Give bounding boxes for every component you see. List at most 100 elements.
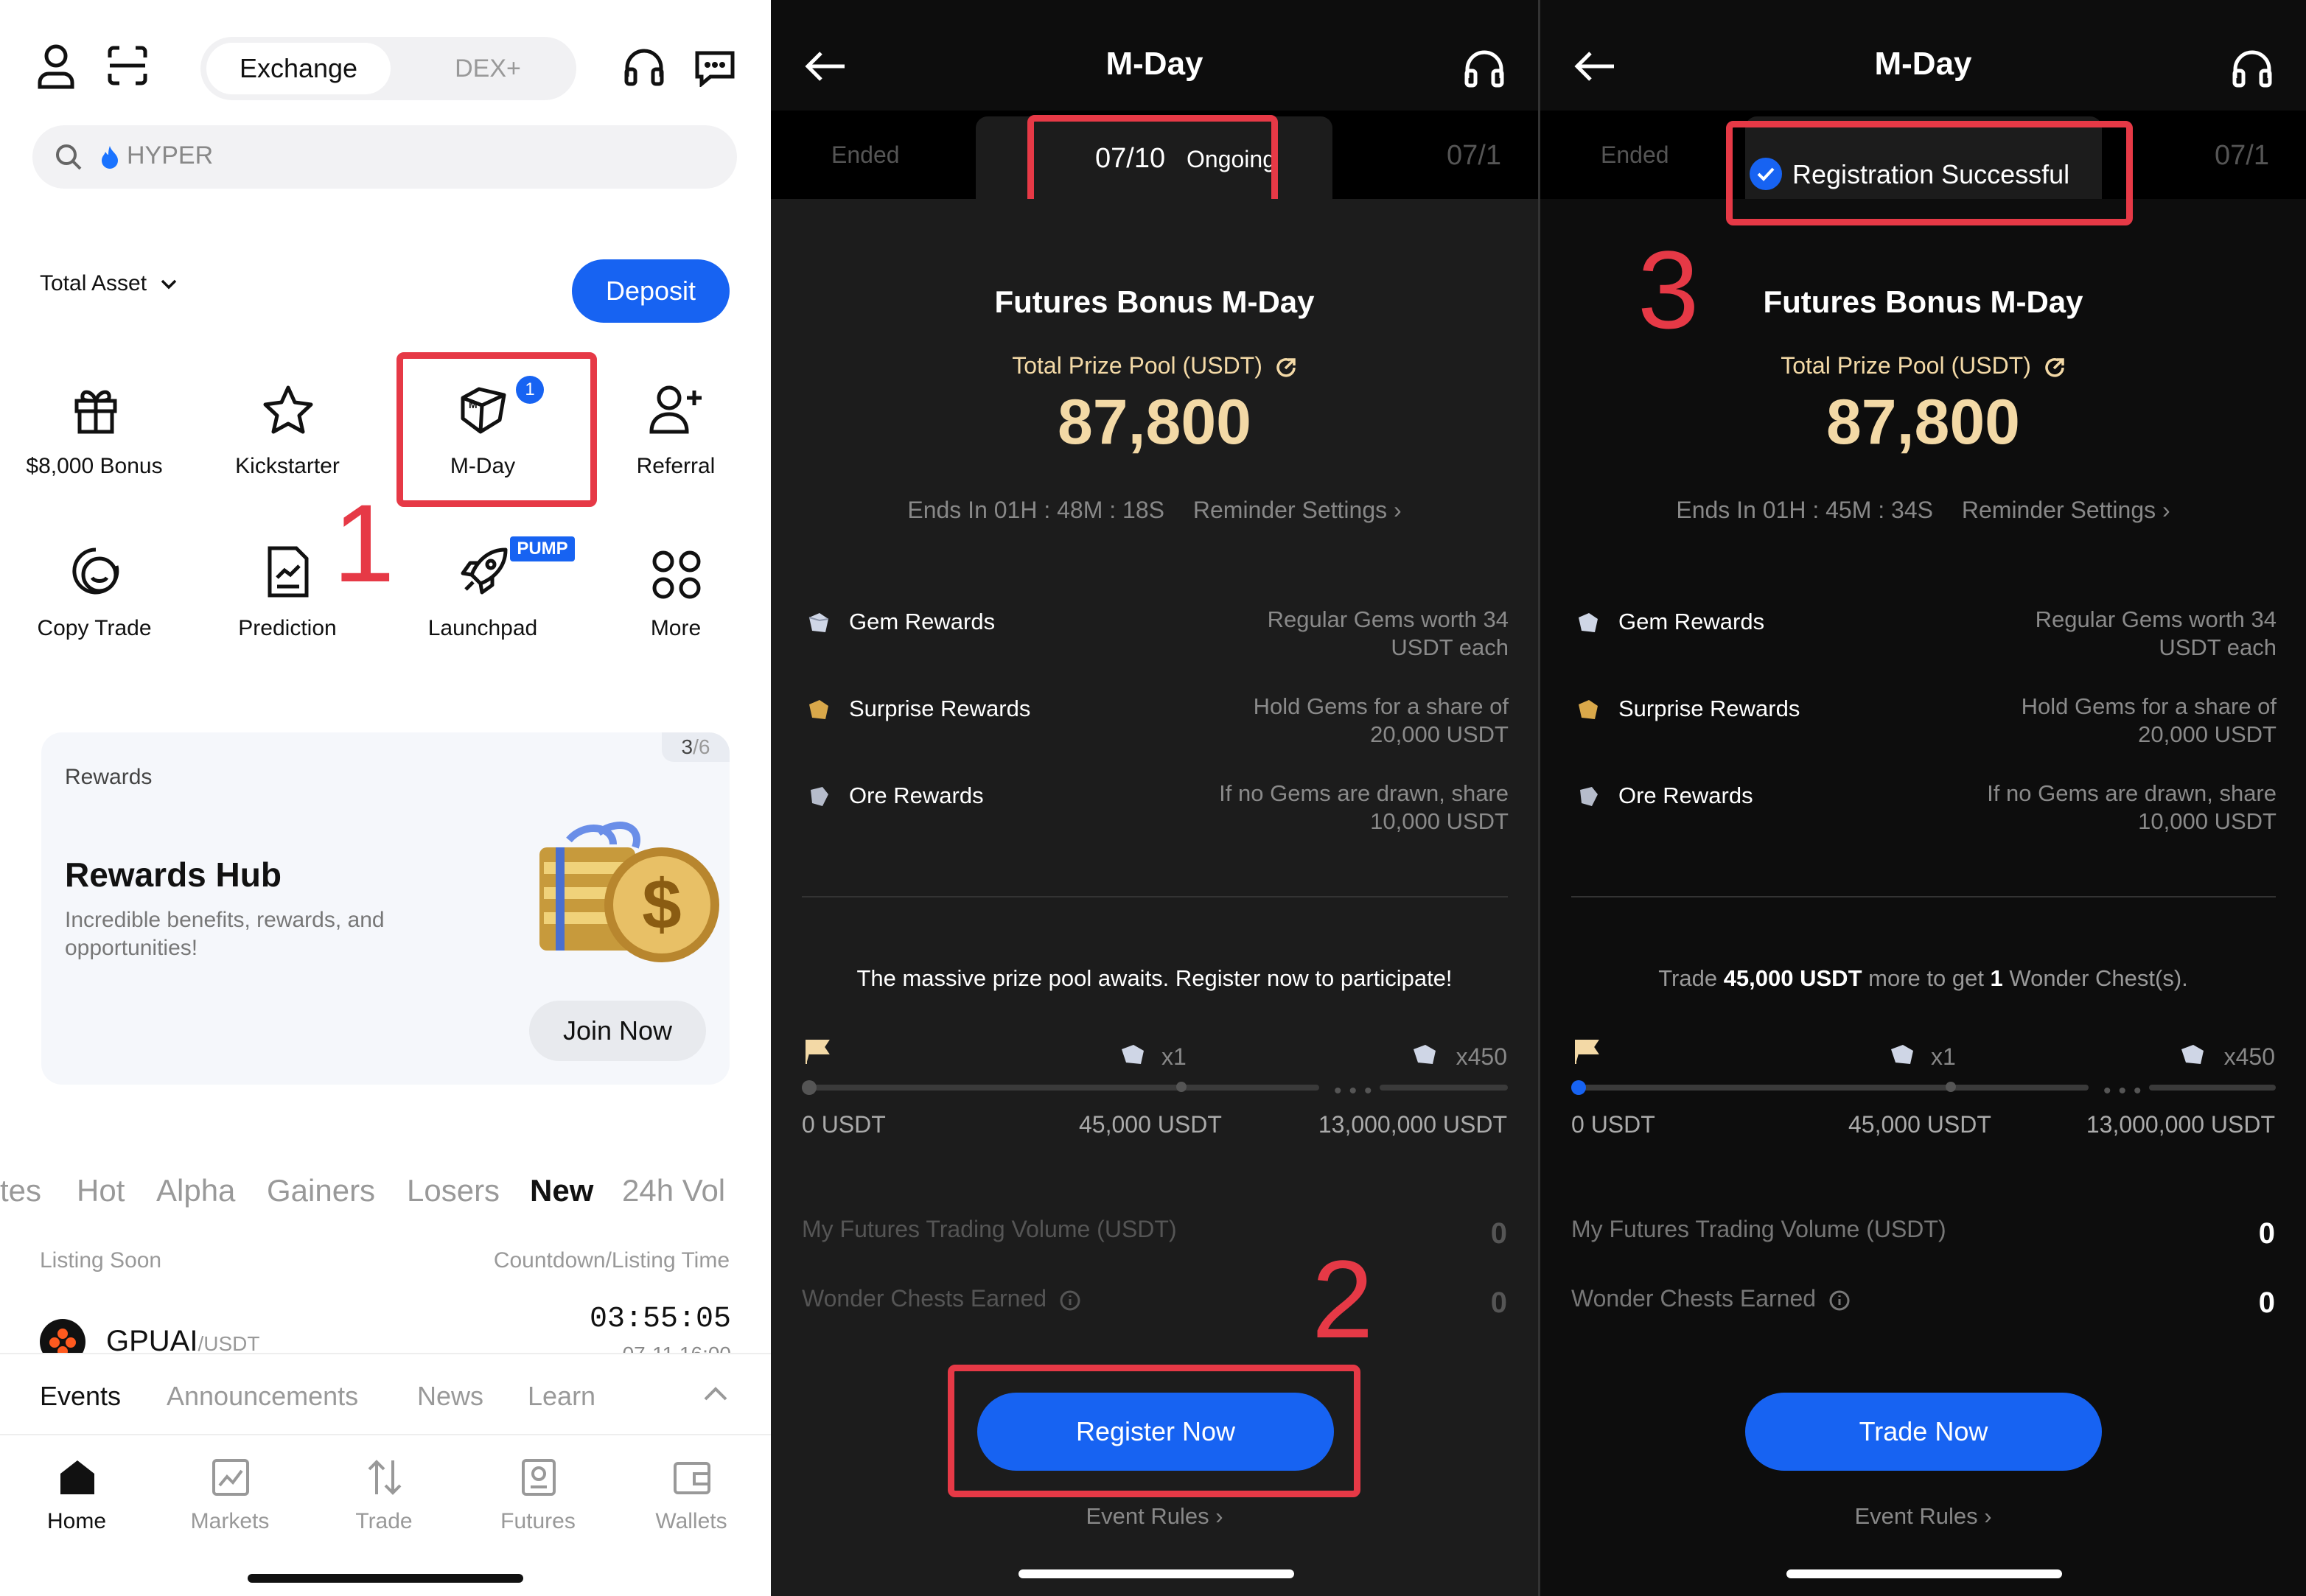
tab-alpha[interactable]: Alpha [156,1173,235,1208]
nav-wallets[interactable]: Wallets [618,1457,765,1539]
token-listing-time: 07-11 16:00 [623,1343,731,1353]
surprise-icon [806,697,831,722]
search-placeholder: HYPER [127,141,214,169]
launchpad-item[interactable]: PUMP Launchpad [398,536,575,656]
copy-trade-icon [70,545,122,597]
reward-surprise-desc-2: 20,000 USDT [2138,721,2277,747]
step-number-2: 2 [1312,1237,1374,1361]
tab-dex[interactable]: DEX+ [399,43,576,94]
token-symbol: GPUAI [106,1325,198,1353]
event-rules-link[interactable]: Event Rules › [771,1503,1538,1530]
list-header-left: Listing Soon [40,1248,162,1273]
trade-arrows-icon [365,1457,405,1497]
kickstarter-item[interactable]: Kickstarter [203,383,372,494]
progress-dot-mid [1176,1082,1187,1092]
profile-icon[interactable] [37,43,75,90]
scan-icon[interactable] [108,46,147,85]
nav-futures[interactable]: Futures [464,1457,612,1539]
rewards-eyebrow: Rewards [65,765,153,789]
rewards-hub-card[interactable]: Rewards 3/6 Rewards Hub Incredible benef… [41,732,730,1085]
trade-prompt-post: Wonder Chest(s). [2002,965,2188,991]
nav-markets[interactable]: Markets [156,1457,304,1539]
tab-losers[interactable]: Losers [407,1173,500,1208]
more-label: More [650,616,702,640]
chests-label: Wonder Chests Earned [802,1285,1047,1312]
reward-ore-desc: If no Gems are drawn, share 10,000 USDT [1987,780,2277,836]
join-now-button[interactable]: Join Now [529,1001,706,1061]
tab-events[interactable]: Events [40,1381,121,1412]
support-headset-icon[interactable] [623,47,665,87]
volume-label: My Futures Trading Volume (USDT) [1571,1216,1946,1242]
tab-gainers[interactable]: Gainers [267,1173,375,1208]
event-rules-text: Event Rules [1086,1503,1209,1529]
reward-gem-name: Gem Rewards [849,609,996,634]
copy-trade-item[interactable]: Copy Trade [10,545,179,656]
tab-24h-vol[interactable]: 24h Vol [622,1173,725,1208]
total-asset-dropdown[interactable]: Total Asset [40,271,178,296]
tab-new[interactable]: New [530,1173,593,1208]
search-input[interactable]: HYPER [32,125,737,189]
date-next[interactable]: 07/1 [1447,140,1501,172]
tab-announcements[interactable]: Announcements [167,1381,358,1412]
external-link-icon[interactable] [2044,357,2066,379]
tab-news[interactable]: News [417,1381,483,1412]
messages-icon[interactable] [694,49,736,87]
trade-now-button[interactable]: Trade Now [1745,1393,2102,1471]
token-row[interactable]: GPUAI/USDT 03:55:05 07-11 16:00 [0,1297,771,1353]
pump-badge: PUMP [510,536,575,561]
referral-item[interactable]: Referral [591,383,761,494]
ore-icon [1576,784,1601,809]
deposit-button[interactable]: Deposit [572,259,730,323]
tab-hot[interactable]: Hot [77,1173,125,1208]
prize-pool-label-text: Total Prize Pool (USDT) [1012,352,1262,379]
countdown-row: Ends In 01H : 48M : 18S Reminder Setting… [771,497,1538,524]
support-headset-icon[interactable] [2232,49,2273,88]
milestone-1-mult: x1 [1161,1043,1187,1070]
trade-prompt-count: 1 [1990,965,2003,991]
milestone-1-mult: x1 [1931,1043,1956,1070]
event-rules-link[interactable]: Event Rules › [1540,1503,2306,1530]
star-icon [262,385,315,436]
highlight-mday [396,352,597,507]
ore-icon [806,784,831,809]
okx-home-screen: Exchange DEX+ HYPER Total Asset Deposit … [0,0,771,1596]
tab-exchange[interactable]: Exchange [206,43,391,94]
external-link-icon[interactable] [1275,357,1297,379]
reward-gem-name: Gem Rewards [1618,609,1765,634]
gem-milestone-1-icon [1119,1042,1148,1067]
milestone-v0: 0 USDT [1571,1111,1655,1138]
futures-icon [519,1457,559,1497]
reminder-settings[interactable]: Reminder Settings › [1193,497,1402,523]
tab-learn[interactable]: Learn [528,1381,595,1412]
prize-pool-label: Total Prize Pool (USDT) [771,352,1538,379]
chevron-up-icon[interactable] [703,1387,728,1401]
info-icon[interactable] [1828,1289,1851,1312]
bonus-label: $8,000 Bonus [26,454,163,478]
support-headset-icon[interactable] [1464,49,1505,88]
chests-label-row: Wonder Chests Earned [802,1285,1081,1312]
date-ended[interactable]: Ended [831,141,900,169]
more-item[interactable]: More [591,545,761,656]
date-next[interactable]: 07/1 [2215,140,2269,172]
milestone-v2: 13,000,000 USDT [2086,1111,2275,1138]
milestone-2-mult: x450 [1456,1043,1507,1070]
bottom-navigation: Home Markets Trade Futures Wallets [0,1434,771,1596]
total-asset-label: Total Asset [40,271,147,295]
nav-trade[interactable]: Trade [310,1457,458,1539]
reward-ore-desc-2: 10,000 USDT [2138,808,2277,834]
bonus-item[interactable]: $8,000 Bonus [10,383,179,494]
date-ended[interactable]: Ended [1601,141,1669,169]
info-icon[interactable] [1059,1289,1081,1312]
nav-home[interactable]: Home [3,1457,150,1539]
tab-market-partial[interactable]: tes [0,1173,41,1208]
surprise-icon [1576,697,1601,722]
ends-in: Ends In 01H : 45M : 34S [1676,497,1933,523]
svg-text:$: $ [642,865,681,944]
reminder-settings[interactable]: Reminder Settings › [1962,497,2170,523]
referral-label: Referral [636,454,716,478]
counter-total: /6 [693,735,710,758]
list-header-right: Countdown/Listing Time [493,1248,730,1273]
flame-icon [100,144,119,169]
milestone-v2: 13,000,000 USDT [1318,1111,1507,1138]
trade-prompt-amount: 45,000 USDT [1723,965,1862,991]
